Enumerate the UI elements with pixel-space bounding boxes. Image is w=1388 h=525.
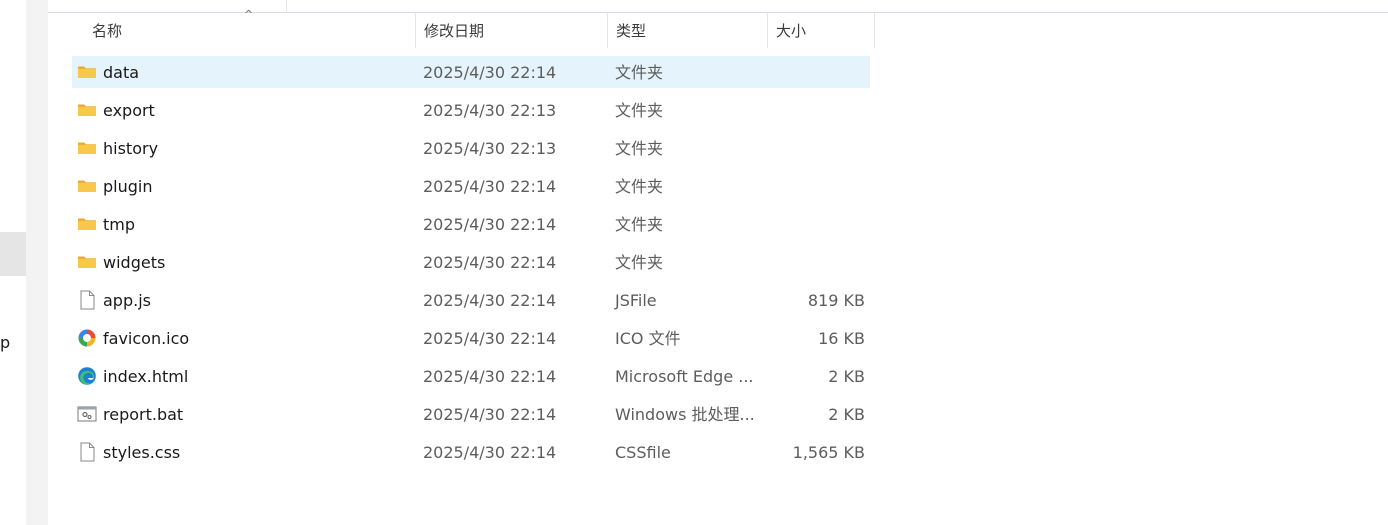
sort-ascending-icon: ^ bbox=[244, 8, 254, 21]
folder-icon bbox=[77, 214, 97, 234]
file-type: Windows 批处理... bbox=[615, 405, 755, 424]
file-name: tmp bbox=[103, 215, 136, 234]
folder-icon bbox=[77, 62, 97, 82]
file-name: data bbox=[103, 63, 140, 82]
file-modified-date: 2025/4/30 22:14 bbox=[423, 253, 557, 272]
file-modified-date: 2025/4/30 22:14 bbox=[423, 329, 557, 348]
file-size bbox=[772, 244, 865, 280]
navigation-item-label[interactable]: p bbox=[0, 333, 10, 352]
file-name: widgets bbox=[103, 253, 166, 272]
file-size bbox=[772, 54, 865, 90]
file-type: 文件夹 bbox=[615, 177, 664, 196]
file-row[interactable]: styles.css 2025/4/30 22:14 CSSfile 1,565 KB bbox=[72, 434, 872, 472]
file-modified-date: 2025/4/30 22:14 bbox=[423, 63, 557, 82]
file-row[interactable]: widgets 2025/4/30 22:14 文件夹 bbox=[72, 244, 872, 282]
file-size bbox=[772, 130, 865, 166]
top-divider bbox=[286, 0, 447, 12]
file-row[interactable]: tmp 2025/4/30 22:14 文件夹 bbox=[72, 206, 872, 244]
file-row[interactable]: report.bat 2025/4/30 22:14 Windows 批处理... 2… bbox=[72, 396, 872, 434]
file-modified-date: 2025/4/30 22:13 bbox=[423, 139, 557, 158]
file-name: index.html bbox=[103, 367, 189, 386]
file-size bbox=[772, 168, 865, 204]
file-name: plugin bbox=[103, 177, 153, 196]
file-row[interactable]: history 2025/4/30 22:13 文件夹 bbox=[72, 130, 872, 168]
file-modified-date: 2025/4/30 22:14 bbox=[423, 443, 557, 462]
file-modified-date: 2025/4/30 22:14 bbox=[423, 215, 557, 234]
file-list: data 2025/4/30 22:14 文件夹 export 2025/4/30 22… bbox=[72, 54, 872, 472]
column-header-type[interactable]: 类型 bbox=[607, 12, 767, 48]
column-header-type-label: 类型 bbox=[616, 22, 647, 40]
file-size: 819 KB bbox=[807, 291, 865, 310]
file-type: Microsoft Edge ... bbox=[615, 367, 754, 386]
file-name: report.bat bbox=[103, 405, 184, 424]
batch-file-icon bbox=[77, 404, 97, 424]
file-row[interactable]: favicon.ico 2025/4/30 22:14 ICO 文件 16 KB bbox=[72, 320, 872, 358]
file-modified-date: 2025/4/30 22:13 bbox=[423, 101, 557, 120]
file-modified-date: 2025/4/30 22:14 bbox=[423, 177, 557, 196]
file-type: 文件夹 bbox=[615, 215, 664, 234]
file-type: 文件夹 bbox=[615, 253, 664, 272]
file-type: JSFile bbox=[615, 291, 657, 310]
file-size: 2 KB bbox=[828, 405, 865, 424]
file-row[interactable]: plugin 2025/4/30 22:14 文件夹 bbox=[72, 168, 872, 206]
column-header-size[interactable]: 大小 bbox=[767, 12, 875, 48]
ico-file-icon bbox=[77, 328, 97, 348]
file-type: 文件夹 bbox=[615, 101, 664, 120]
file-size: 16 KB bbox=[818, 329, 865, 348]
edge-html-icon bbox=[77, 366, 97, 386]
column-header-date[interactable]: 修改日期 bbox=[415, 12, 607, 48]
column-header-size-label: 大小 bbox=[776, 22, 807, 40]
file-name: styles.css bbox=[103, 443, 181, 462]
file-icon bbox=[77, 442, 97, 462]
file-row[interactable]: app.js 2025/4/30 22:14 JSFile 819 KB bbox=[72, 282, 872, 320]
folder-icon bbox=[77, 100, 97, 120]
file-size bbox=[772, 206, 865, 242]
folder-icon bbox=[77, 138, 97, 158]
folder-icon bbox=[77, 176, 97, 196]
file-row[interactable]: index.html 2025/4/30 22:14 Microsoft Edge … bbox=[72, 358, 872, 396]
navigation-scrollbar[interactable] bbox=[26, 0, 48, 525]
file-name: favicon.ico bbox=[103, 329, 190, 348]
folder-icon bbox=[77, 252, 97, 272]
file-type: ICO 文件 bbox=[615, 329, 681, 348]
column-header-row: 名称 ^ 修改日期 类型 大小 bbox=[72, 8, 875, 48]
file-size: 2 KB bbox=[828, 367, 865, 386]
column-header-date-label: 修改日期 bbox=[424, 22, 485, 40]
file-name: app.js bbox=[103, 291, 151, 310]
file-row[interactable]: export 2025/4/30 22:13 文件夹 bbox=[72, 92, 872, 130]
navigation-selected-item[interactable] bbox=[0, 232, 26, 276]
file-name: history bbox=[103, 139, 159, 158]
file-modified-date: 2025/4/30 22:14 bbox=[423, 405, 557, 424]
navigation-pane: p bbox=[0, 0, 26, 525]
file-modified-date: 2025/4/30 22:14 bbox=[423, 367, 557, 386]
file-icon bbox=[77, 290, 97, 310]
column-header-name-label: 名称 bbox=[92, 22, 123, 40]
file-type: 文件夹 bbox=[615, 139, 664, 158]
file-type: 文件夹 bbox=[615, 63, 664, 82]
file-name: export bbox=[103, 101, 155, 120]
file-size bbox=[772, 92, 865, 128]
file-row[interactable]: data 2025/4/30 22:14 文件夹 bbox=[72, 54, 872, 92]
file-size: 1,565 KB bbox=[792, 443, 865, 462]
file-modified-date: 2025/4/30 22:14 bbox=[423, 291, 557, 310]
file-type: CSSfile bbox=[615, 443, 671, 462]
